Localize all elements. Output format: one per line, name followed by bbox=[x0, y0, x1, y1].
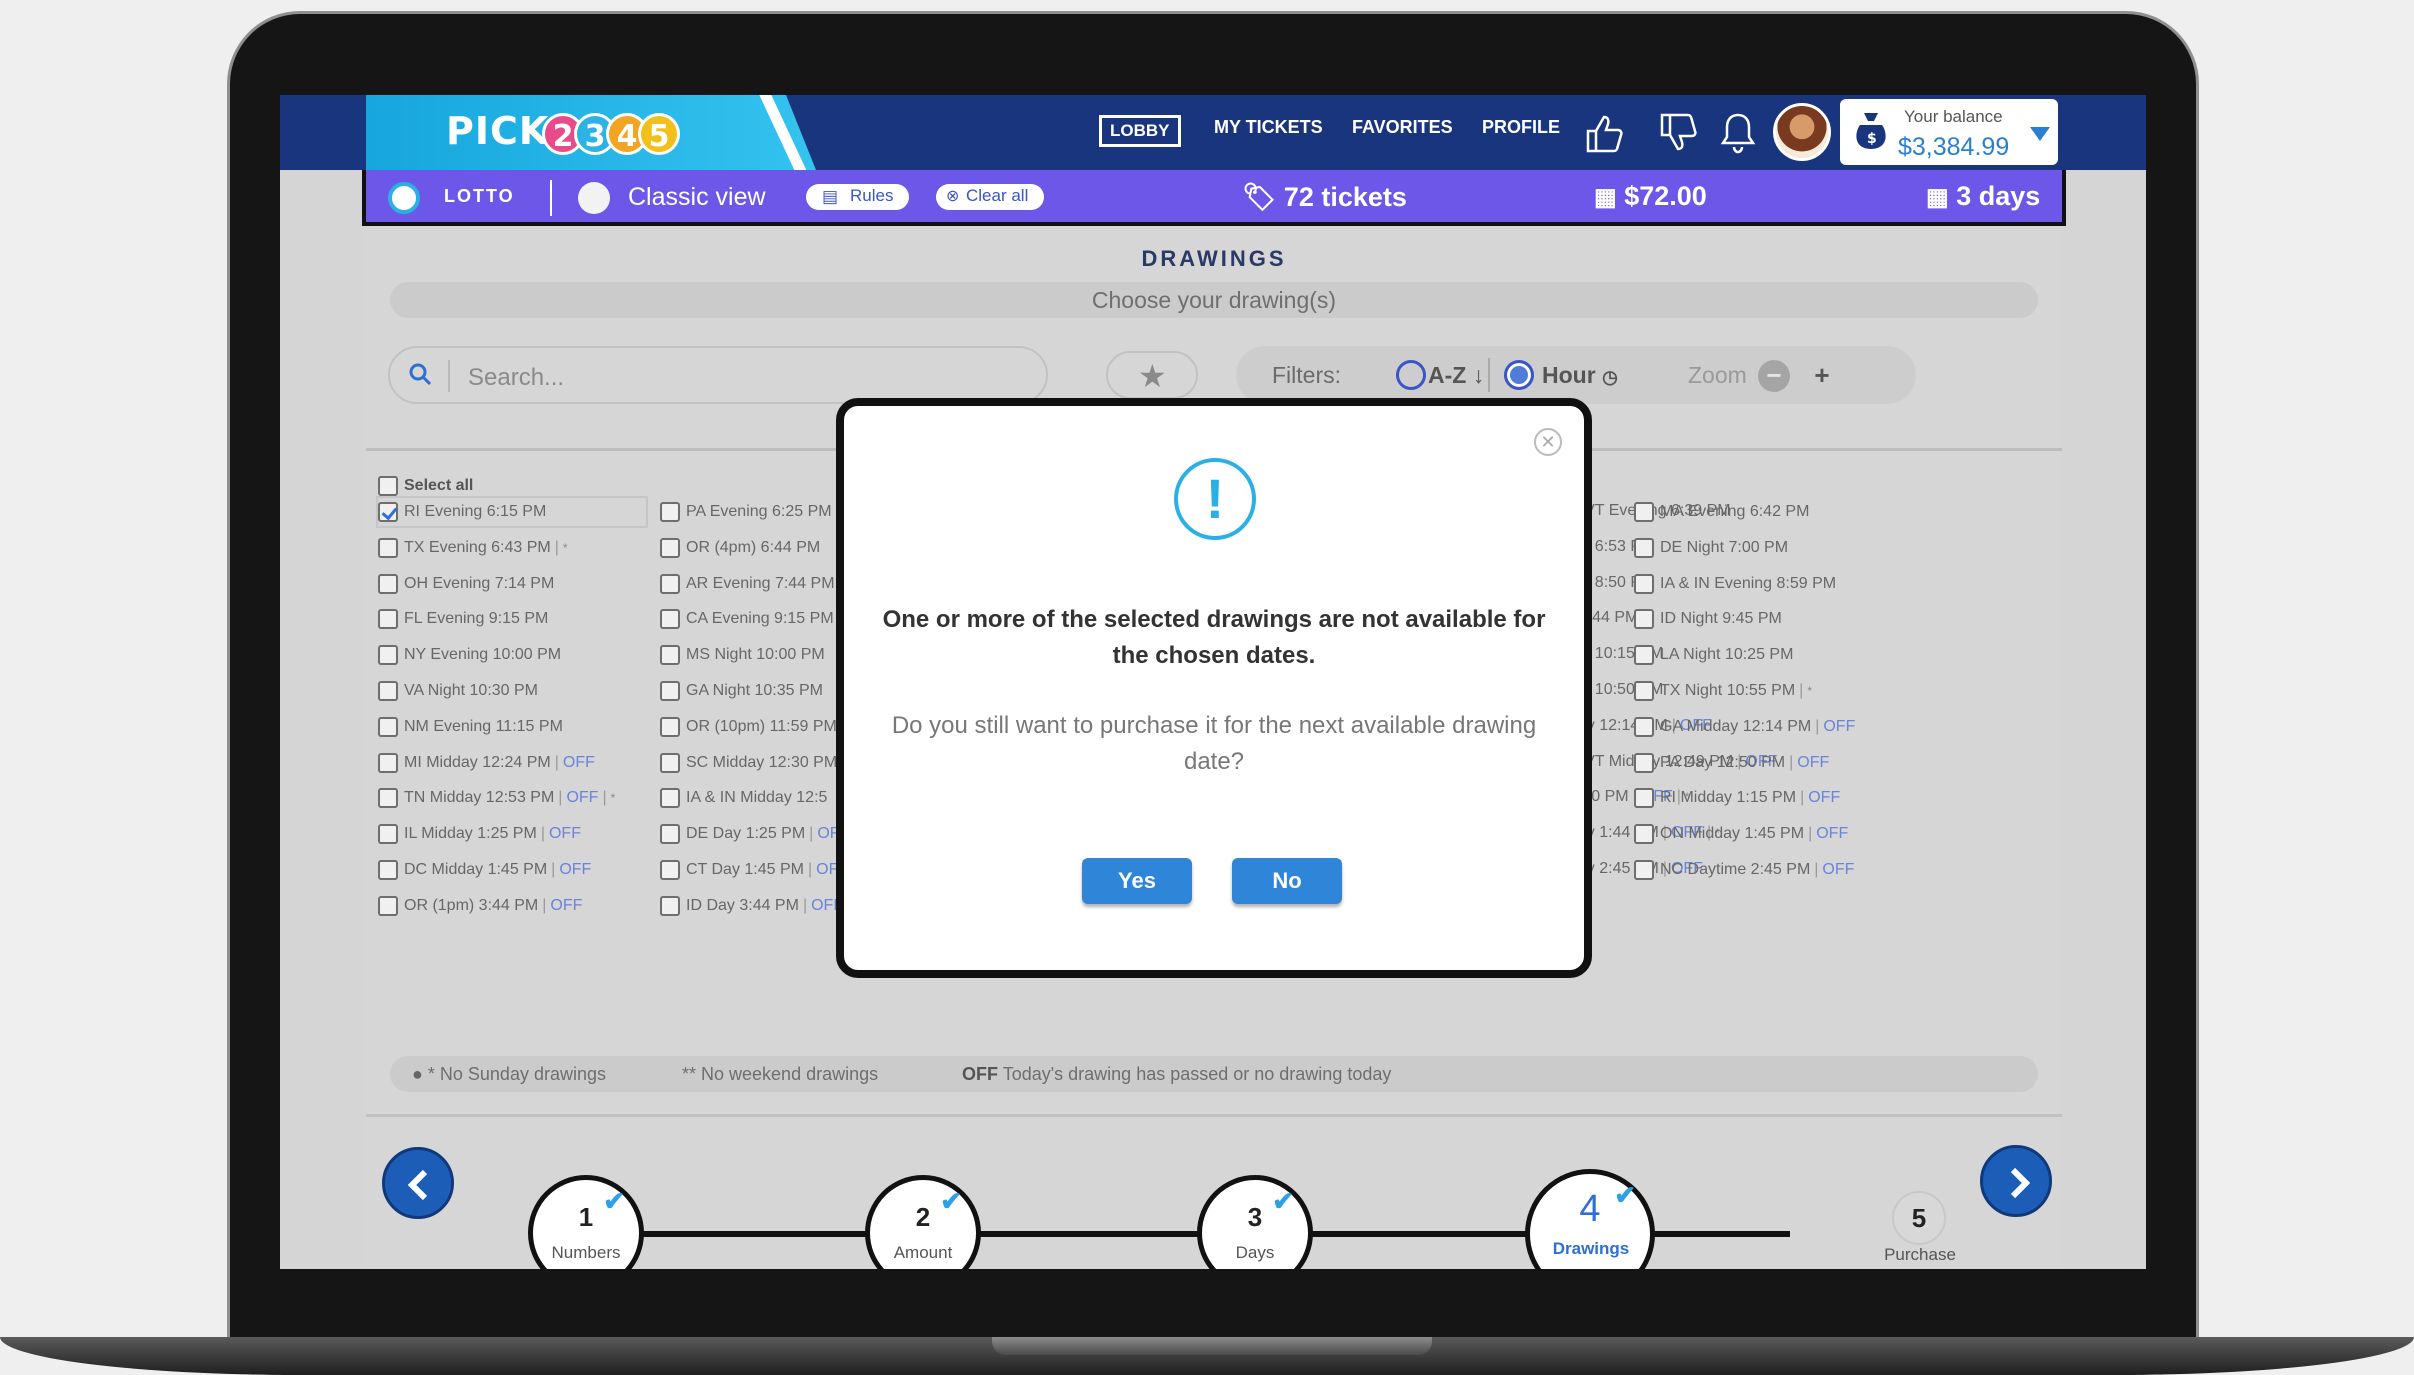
dialog-message: One or more of the selected drawings are… bbox=[882, 606, 1546, 669]
yes-button[interactable]: Yes bbox=[1082, 858, 1192, 904]
no-button[interactable]: No bbox=[1232, 858, 1342, 904]
close-icon[interactable]: ✕ bbox=[1534, 428, 1562, 456]
alert-icon: ! bbox=[1174, 458, 1256, 540]
laptop-notch bbox=[992, 1337, 1432, 1355]
modal-overlay: ✕ ! One or more of the selected drawings… bbox=[280, 95, 2146, 1269]
confirm-dialog: ✕ ! One or more of the selected drawings… bbox=[836, 398, 1592, 978]
screen: PICK 2 3 4 5 LOBBY MY TICKETS FAVORITES … bbox=[280, 95, 2146, 1269]
dialog-question: Do you still want to purchase it for the… bbox=[891, 712, 1537, 775]
